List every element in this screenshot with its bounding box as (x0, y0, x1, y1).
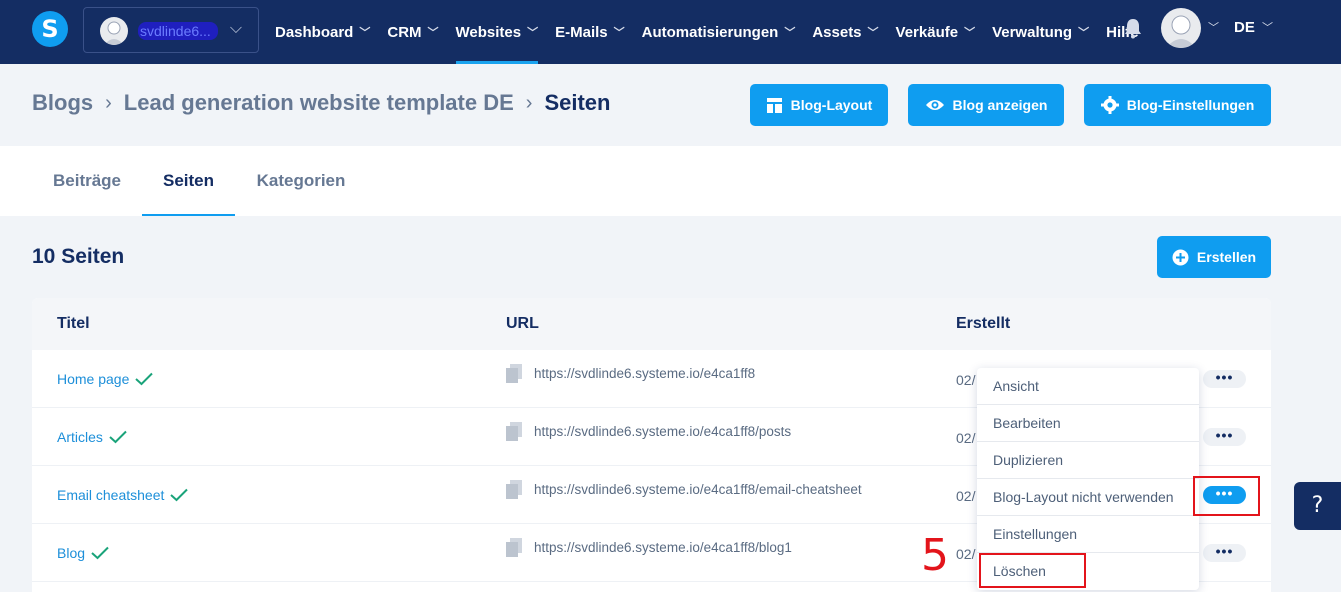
row-actions-button[interactable]: ••• (1203, 544, 1246, 562)
menu-administration[interactable]: Verwaltung ﹀ (992, 0, 1089, 64)
chevron-down-icon: ﹀ (867, 27, 879, 39)
created-date: 02/ (956, 430, 976, 446)
copy-icon[interactable] (506, 538, 522, 557)
create-button[interactable]: Erstellen (1157, 236, 1271, 278)
top-navigation: S svdlinde6... ⌵ Dashboard ﹀ CRM ﹀ Website… (0, 0, 1341, 64)
page-url: https://svdlinde6.systeme.io/e4ca1ff8/po… (506, 422, 791, 441)
check-icon (91, 546, 109, 560)
account-switcher[interactable]: svdlinde6... ⌵ (83, 7, 259, 53)
copy-icon[interactable] (506, 422, 522, 441)
tab-bar: Beiträge Seiten Kategorien (0, 146, 1341, 216)
chevron-down-icon: ﹀ (1078, 27, 1090, 39)
menu-item-view[interactable]: Ansicht (977, 368, 1199, 405)
table-header: Titel URL Erstellt (32, 298, 1271, 350)
chevron-down-icon: ﹀ (784, 27, 796, 39)
blog-layout-button[interactable]: Blog-Layout (750, 84, 888, 126)
page-count: 10 Seiten (32, 245, 125, 268)
chevron-down-icon: ⌵ (229, 20, 242, 37)
check-icon (135, 372, 154, 386)
highlight-box-delete (979, 553, 1086, 588)
created-date: 02/ (956, 372, 976, 388)
page-title-link[interactable]: Email cheatsheet (57, 487, 189, 503)
chevron-down-icon: ﹀ (359, 27, 371, 39)
breadcrumb-blog-name[interactable]: Lead generation website template DE (124, 90, 514, 116)
column-created: Erstellt (956, 315, 1011, 332)
account-avatar (100, 17, 128, 45)
chevron-down-icon: ﹀ (527, 27, 539, 39)
created-date: 02/ (956, 488, 976, 504)
menu-automations[interactable]: Automatisierungen ﹀ (642, 0, 796, 64)
check-icon (170, 488, 189, 502)
chevron-down-icon: ﹀ (1208, 22, 1219, 34)
breadcrumb-blogs[interactable]: Blogs (32, 90, 93, 116)
tab-categories[interactable]: Kategorien (235, 146, 367, 216)
breadcrumb: Blogs › Lead generation website template… (32, 90, 610, 116)
menu-crm[interactable]: CRM ﹀ (387, 0, 438, 64)
plus-circle-icon (1172, 249, 1189, 265)
menu-item-duplicate[interactable]: Duplizieren (977, 442, 1199, 479)
menu-item-edit[interactable]: Bearbeiten (977, 405, 1199, 442)
tab-posts[interactable]: Beiträge (32, 146, 142, 216)
step-number: 5 (921, 530, 949, 581)
tab-pages[interactable]: Seiten (142, 146, 235, 216)
page-url: https://svdlinde6.systeme.io/e4ca1ff8 (506, 364, 755, 383)
menu-assets[interactable]: Assets ﹀ (812, 0, 878, 64)
menu-item-settings[interactable]: Einstellungen (977, 516, 1199, 553)
row-actions-button[interactable]: ••• (1203, 428, 1246, 446)
row-actions-button[interactable]: ••• (1203, 370, 1246, 388)
copy-icon[interactable] (506, 480, 522, 499)
column-title: Titel (57, 315, 90, 332)
chevron-down-icon: ﹀ (1262, 22, 1273, 34)
highlight-box-actions (1193, 476, 1260, 516)
breadcrumb-separator: › (525, 91, 533, 114)
main-menu: Dashboard ﹀ CRM ﹀ Websites ﹀ E-Mails ﹀ Autom… (275, 0, 1156, 64)
copy-icon[interactable] (506, 364, 522, 383)
page-title-link[interactable]: Home page (57, 371, 154, 387)
check-icon (109, 430, 127, 444)
column-url: URL (506, 315, 539, 332)
help-widget[interactable]: ? (1294, 482, 1341, 530)
menu-item-disable-layout[interactable]: Blog-Layout nicht verwenden (977, 479, 1199, 516)
menu-dashboard[interactable]: Dashboard ﹀ (275, 0, 370, 64)
eye-icon (925, 100, 944, 110)
blog-settings-button[interactable]: Blog-Einstellungen (1084, 84, 1271, 126)
gear-icon (1100, 96, 1119, 114)
chevron-down-icon: ﹀ (613, 27, 625, 39)
language-selector[interactable]: DE (1234, 19, 1255, 36)
breadcrumb-current: Seiten (544, 90, 611, 115)
page-url: https://svdlinde6.systeme.io/e4ca1ff8/bl… (506, 538, 792, 557)
systeme-logo[interactable]: S (32, 11, 68, 47)
account-name: svdlinde6... (138, 22, 218, 40)
bell-icon[interactable] (1123, 17, 1143, 39)
chevron-down-icon: ﹀ (427, 27, 439, 39)
breadcrumb-separator: › (105, 91, 112, 114)
user-avatar[interactable] (1161, 8, 1201, 48)
created-date: 02/ (956, 546, 976, 562)
menu-emails[interactable]: E-Mails ﹀ (555, 0, 625, 64)
menu-sales[interactable]: Verkäufe ﹀ (896, 0, 976, 64)
layout-icon (766, 97, 782, 113)
menu-websites[interactable]: Websites ﹀ (455, 0, 539, 64)
page-url: https://svdlinde6.systeme.io/e4ca1ff8/em… (506, 480, 862, 499)
page-title-link[interactable]: Blog (57, 545, 109, 561)
chevron-down-icon: ﹀ (964, 27, 976, 39)
page-title-link[interactable]: Articles (57, 429, 127, 445)
view-blog-button[interactable]: Blog anzeigen (908, 84, 1064, 126)
